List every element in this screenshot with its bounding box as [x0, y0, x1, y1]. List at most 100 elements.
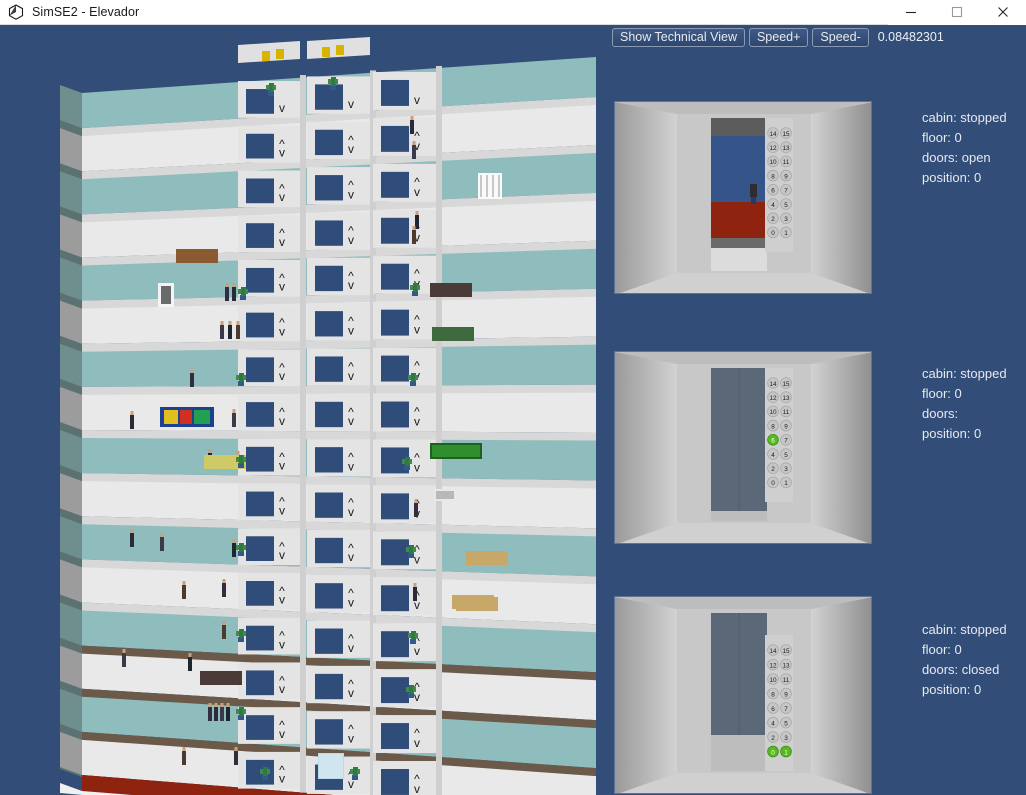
person-head: [222, 579, 226, 583]
elevator-cabin-view-1[interactable]: 14 15 12 13 10 11 8 9 6 7 4 5 2 3 0 1: [614, 351, 872, 544]
call-button-down[interactable]: v: [279, 727, 285, 741]
call-button-down[interactable]: v: [279, 101, 285, 115]
call-button-down[interactable]: v: [414, 552, 420, 566]
building-cutaway-view[interactable]: v ^ v ^ v ^ v ^ v ^ v ^ v ^ v ^ v ^ v ^ v ^ v ^ v ^ v ^ v ^ v v ^ v ^ v ^ v ^ v…: [0, 25, 600, 795]
elevator-door: [315, 220, 343, 246]
person-head: [182, 747, 186, 751]
call-button-down[interactable]: v: [279, 503, 285, 517]
cabin-door-sill: [711, 735, 767, 771]
call-button-down[interactable]: v: [279, 637, 285, 651]
call-button-down[interactable]: v: [348, 278, 354, 292]
person-head: [225, 283, 229, 287]
plant-foliage: [408, 633, 411, 638]
call-button-down[interactable]: v: [279, 235, 285, 249]
call-button-down[interactable]: v: [414, 460, 420, 474]
call-button-down[interactable]: v: [279, 459, 285, 473]
floor-button-label-10: 10: [769, 159, 777, 166]
call-button-down[interactable]: v: [348, 97, 354, 111]
furniture-back: [176, 249, 218, 253]
floor-button-label-3: 3: [784, 466, 788, 473]
call-button-down[interactable]: v: [414, 736, 420, 750]
person-head: [220, 321, 224, 325]
plant-foliage: [415, 633, 418, 638]
lobby-header: [711, 118, 767, 136]
call-button-down[interactable]: v: [279, 414, 285, 428]
shaft-divider: [300, 745, 306, 793]
speed-up-button[interactable]: Speed+: [748, 27, 809, 47]
person-head: [214, 703, 218, 707]
call-button-down[interactable]: v: [348, 550, 354, 564]
person-sprite: [160, 537, 164, 551]
call-button-down[interactable]: v: [279, 190, 285, 204]
person-sprite: [122, 653, 126, 667]
plant-foliage: [273, 85, 276, 90]
floor-button-label-0: 0: [771, 749, 775, 756]
person-head: [182, 581, 186, 585]
call-button-down[interactable]: v: [348, 187, 354, 201]
show-technical-view-button[interactable]: Show Technical View: [612, 27, 745, 47]
call-button-down[interactable]: v: [279, 369, 285, 383]
furniture-back: [430, 283, 472, 287]
call-button-down[interactable]: v: [348, 142, 354, 156]
call-button-down[interactable]: v: [348, 732, 354, 746]
shaft-divider: [436, 709, 442, 758]
person-head: [232, 283, 236, 287]
plant-foliage: [410, 285, 413, 290]
furniture-back: [432, 327, 474, 331]
elevator-door: [381, 723, 409, 750]
shaft-divider: [436, 755, 442, 795]
call-button-down[interactable]: v: [414, 93, 420, 107]
call-button-down[interactable]: v: [348, 369, 354, 383]
cabin-door-sill: [711, 511, 767, 521]
call-button-down[interactable]: v: [348, 641, 354, 655]
cabin-render-0: 14 15 12 13 10 11 8 9 6 7 4 5 2 3 0 1: [615, 102, 871, 293]
plant-foliage: [236, 709, 239, 714]
call-button-down[interactable]: v: [348, 686, 354, 700]
elevator-cabin-view-0[interactable]: 14 15 12 13 10 11 8 9 6 7 4 5 2 3 0 1: [614, 101, 872, 294]
call-button-down[interactable]: v: [414, 414, 420, 428]
floor-button-label-5: 5: [784, 720, 788, 727]
call-button-down[interactable]: v: [348, 323, 354, 337]
floor-button-label-14: 14: [769, 131, 777, 138]
plant-foliage: [243, 631, 246, 636]
person-head: [232, 539, 236, 543]
call-button-down[interactable]: v: [348, 459, 354, 473]
call-button-down[interactable]: v: [279, 548, 285, 562]
call-button-down[interactable]: v: [348, 596, 354, 610]
floor-button-label-8: 8: [771, 691, 775, 698]
close-button[interactable]: [980, 0, 1026, 25]
plant-foliage: [413, 687, 416, 692]
maximize-button[interactable]: [934, 0, 980, 25]
call-button-down[interactable]: v: [414, 782, 420, 795]
call-button-down[interactable]: v: [279, 280, 285, 294]
elevator-door: [315, 401, 343, 428]
call-button-down[interactable]: v: [279, 593, 285, 607]
call-button-down[interactable]: v: [348, 414, 354, 428]
furniture-sprite: [200, 675, 242, 685]
floor-button-label-11: 11: [783, 159, 790, 166]
call-button-down[interactable]: v: [414, 323, 420, 337]
shaft-divider: [300, 253, 306, 301]
call-button-down[interactable]: v: [279, 772, 285, 786]
elevator-cabin-view-2[interactable]: 14 15 12 13 10 11 8 9 6 7 4 5 2 3 0 1: [614, 596, 872, 794]
call-button-down[interactable]: v: [414, 185, 420, 199]
floor-button-label-9: 9: [784, 173, 788, 180]
call-button-down[interactable]: v: [348, 233, 354, 247]
elevator-door: [381, 493, 409, 520]
plant-foliage: [266, 85, 269, 90]
minimize-button[interactable]: [888, 0, 934, 25]
call-button-down[interactable]: v: [279, 145, 285, 159]
cabin-left-wall: [615, 352, 677, 543]
call-button-down[interactable]: v: [279, 324, 285, 338]
call-button-down[interactable]: v: [414, 690, 420, 704]
speed-down-button[interactable]: Speed-: [812, 27, 869, 47]
floor-button-label-9: 9: [784, 691, 788, 698]
lobby-plant-pot: [751, 196, 756, 204]
floor-button-label-15: 15: [782, 131, 790, 138]
call-button-down[interactable]: v: [348, 505, 354, 519]
call-button-down[interactable]: v: [414, 644, 420, 658]
shaft-divider: [436, 65, 442, 114]
shaft-divider: [300, 75, 306, 122]
status-position-0: position: 0: [922, 170, 982, 185]
call-button-down[interactable]: v: [279, 682, 285, 696]
